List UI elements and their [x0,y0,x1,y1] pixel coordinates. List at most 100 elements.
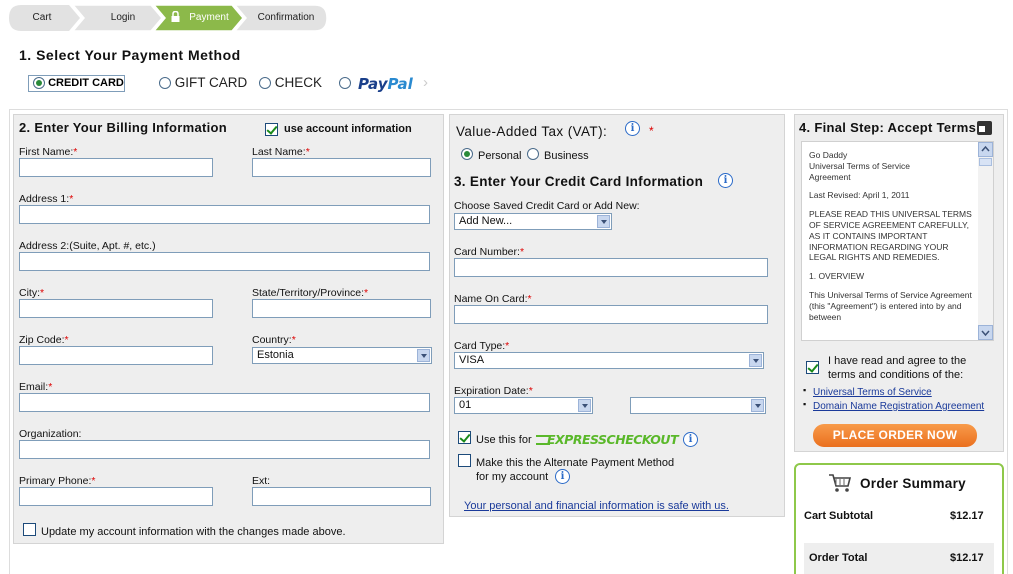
method-paypal[interactable] [339,75,351,90]
chevron-down-icon [417,349,430,362]
exp-month-select[interactable]: 01 [454,397,593,414]
method-gift-card[interactable]: GIFT CARD [159,75,247,90]
bullet-icon: ▪ [803,399,807,409]
phone-input[interactable] [19,487,213,506]
ext-label: Ext: [252,475,271,487]
country-select[interactable]: Estonia [252,347,432,364]
terms-text: Go Daddy Universal Terms of Service Agre… [809,150,977,330]
phone-label: Primary Phone:* [19,475,96,487]
name-on-card-input[interactable] [454,305,768,324]
card-type-label: Card Type:* [454,340,510,352]
saved-card-select[interactable]: Add New... [454,213,612,230]
email-input[interactable] [19,393,430,412]
vat-title: Value-Added Tax (VAT): [456,124,608,139]
country-value: Estonia [257,349,294,361]
vat-personal-radio[interactable] [461,148,473,160]
saved-card-value: Add New... [459,215,513,227]
terms-overview: 1. OVERVIEW [809,271,865,282]
scroll-up-icon[interactable] [978,142,993,157]
step-cart-label: Cart [32,12,52,23]
organization-input[interactable] [19,440,430,459]
use-account-checkbox[interactable] [265,123,278,136]
zip-label: Zip Code:* [19,334,69,346]
chevron-down-icon [578,399,591,412]
order-summary-title: Order Summary [860,476,966,491]
organization-label: Organization: [19,428,82,440]
ext-input[interactable] [252,487,431,506]
step-cart[interactable]: Cart [9,5,81,31]
card-type-select[interactable]: VISA [454,352,764,369]
express-info-icon[interactable]: i [683,432,698,447]
vat-business-label: Business [544,150,589,162]
vat-required-mark: * [649,124,654,138]
last-name-input[interactable] [252,158,431,177]
alternate-payment-label-2: for my account [476,471,549,483]
last-name-label: Last Name:* [252,146,310,158]
address1-input[interactable] [19,205,430,224]
step-login[interactable]: Login [73,5,163,31]
agree-terms-checkbox[interactable] [806,361,819,374]
radio-check[interactable] [259,77,271,90]
method-credit-card-label: CREDIT CARD [48,77,124,89]
update-account-checkbox[interactable] [23,523,36,536]
domain-agreement-link[interactable]: Domain Name Registration Agreement [813,401,984,412]
step-login-label: Login [110,12,136,23]
expand-icon[interactable] [977,121,992,135]
chevron-down-icon [597,215,610,228]
alternate-payment-label-1: Make this the Alternate Payment Method [476,457,675,469]
radio-gift-card[interactable] [159,77,171,90]
card-number-input[interactable] [454,258,768,277]
step-confirmation[interactable]: Confirmation [235,5,327,31]
terms-revised: Last Revised: April 1, 2011 [809,190,910,201]
city-label: City:* [19,287,45,299]
express-checkout-checkbox[interactable] [458,431,471,444]
first-name-input[interactable] [19,158,213,177]
alternate-info-icon[interactable]: i [555,469,570,484]
vat-personal-label: Personal [478,150,522,162]
terms-scrollbar[interactable] [978,142,993,340]
select-payment-title: 1. Select Your Payment Method [19,47,241,63]
method-check-label: CHECK [274,75,323,90]
radio-credit-card[interactable] [33,77,45,90]
use-account-label: use account information [284,123,412,135]
place-order-button[interactable]: PLACE ORDER NOW [813,424,977,447]
payment-method-group: CREDIT CARD GIFT CARD CHECK PayPal › [28,74,448,95]
express-checkout-text: EXPRESSCHECKOUT [547,432,679,447]
scroll-thumb[interactable] [979,158,992,166]
update-account-label: Update my account information with the c… [41,526,346,538]
subtotal-label: Cart Subtotal [804,510,874,522]
lock-icon [171,11,180,22]
paypal-logo[interactable]: PayPal [358,75,413,93]
address2-input[interactable] [19,252,430,271]
step-payment[interactable]: Payment [154,5,244,31]
state-input[interactable] [252,299,431,318]
use-this-for-label: Use this for [476,434,532,446]
checkout-steps: Cart Login Payment Confirmation [9,5,329,31]
terms-notice: PLEASE READ THIS UNIVERSAL TERMS OF SERV… [809,209,972,263]
state-label: State/Territory/Province:* [252,287,369,299]
vat-info-icon[interactable]: i [625,121,640,136]
billing-title: 2. Enter Your Billing Information [19,120,228,135]
card-number-label: Card Number:* [454,246,525,258]
credit-info-icon[interactable]: i [718,173,733,188]
step-payment-label: Payment [189,12,229,23]
exp-year-select[interactable] [630,397,766,414]
zip-input[interactable] [19,346,213,365]
chevron-down-icon [751,399,764,412]
universal-terms-link[interactable]: Universal Terms of Service [813,387,932,398]
city-input[interactable] [19,299,213,318]
address1-label: Address 1:* [19,193,74,205]
terms-intro: This Universal Terms of Service Agreemen… [809,289,972,322]
saved-card-label: Choose Saved Credit Card or Add New: [454,200,640,212]
terms-title: 4. Final Step: Accept Terms [799,120,977,135]
radio-paypal[interactable] [339,77,351,90]
terms-heading: Go Daddy Universal Terms of Service Agre… [809,150,910,182]
vat-business-radio[interactable] [527,148,539,160]
terms-textbox[interactable]: Go Daddy Universal Terms of Service Agre… [801,141,994,341]
method-credit-card[interactable]: CREDIT CARD [28,75,125,92]
scroll-down-icon[interactable] [978,325,993,340]
security-info-link[interactable]: Your personal and financial information … [464,500,729,512]
method-check[interactable]: CHECK [259,75,322,90]
order-total-label: Order Total [809,552,868,564]
alternate-payment-checkbox[interactable] [458,454,471,467]
